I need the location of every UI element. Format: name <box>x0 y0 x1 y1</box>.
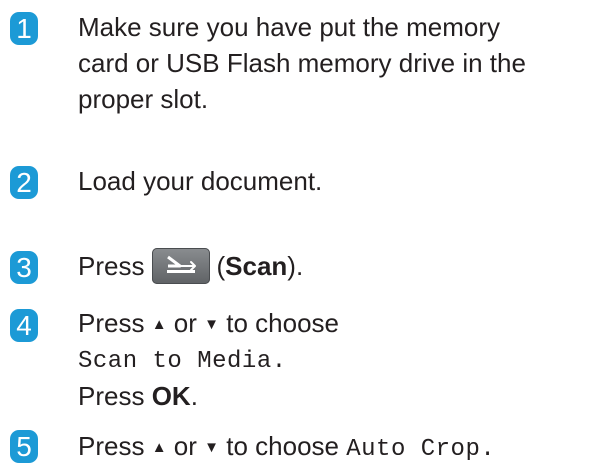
close-paren: ). <box>287 251 304 281</box>
step-line: proper slot. <box>78 84 209 114</box>
down-arrow-icon: ▼ <box>204 316 220 333</box>
step-text: Load your document. <box>78 163 608 199</box>
step-text: Press (Scan). <box>78 248 608 284</box>
step-number-badge: 5 <box>10 430 38 463</box>
to-choose-text: to choose <box>226 431 339 461</box>
step-text: Press ▲ or ▼ to choose Auto Crop. <box>78 428 608 469</box>
press-word: Press <box>78 381 145 411</box>
step-line: card or USB Flash memory drive in the <box>78 48 526 78</box>
menu-option: Auto Crop. <box>346 436 496 463</box>
scan-key-icon <box>152 248 211 284</box>
scanner-icon <box>167 255 197 273</box>
step-line: Load your document. <box>78 166 323 196</box>
or-word: or <box>173 308 197 338</box>
step-number-badge: 3 <box>10 251 38 284</box>
step-line: Press (Scan). <box>78 248 608 284</box>
step-line: Press ▲ or ▼ to choose <box>78 306 608 345</box>
open-paren: ( <box>216 251 226 281</box>
step-number-badge: 2 <box>10 166 38 199</box>
step-line: Make sure you have put the memory <box>78 12 500 42</box>
scan-key-label: Scan <box>225 251 288 281</box>
ok-key-label: OK <box>151 381 191 411</box>
step-line: Press OK. <box>78 379 608 413</box>
up-arrow-icon: ▲ <box>151 439 167 456</box>
step-line: Press ▲ or ▼ to choose Auto Crop. <box>78 428 608 469</box>
period: . <box>190 381 198 411</box>
press-word: Press <box>78 431 145 461</box>
step-text: Press ▲ or ▼ to choose Scan to Media. Pr… <box>78 306 608 413</box>
step-text: Make sure you have put the memory card o… <box>78 9 608 117</box>
step-number-badge: 4 <box>10 309 38 342</box>
press-word: Press <box>78 308 145 338</box>
step-number-badge: 1 <box>10 12 38 45</box>
up-arrow-icon: ▲ <box>151 316 167 333</box>
to-choose-text: to choose <box>226 308 339 338</box>
or-word: or <box>173 431 197 461</box>
menu-option: Scan to Media. <box>78 348 287 375</box>
press-word: Press <box>78 251 145 281</box>
down-arrow-icon: ▼ <box>204 439 220 456</box>
